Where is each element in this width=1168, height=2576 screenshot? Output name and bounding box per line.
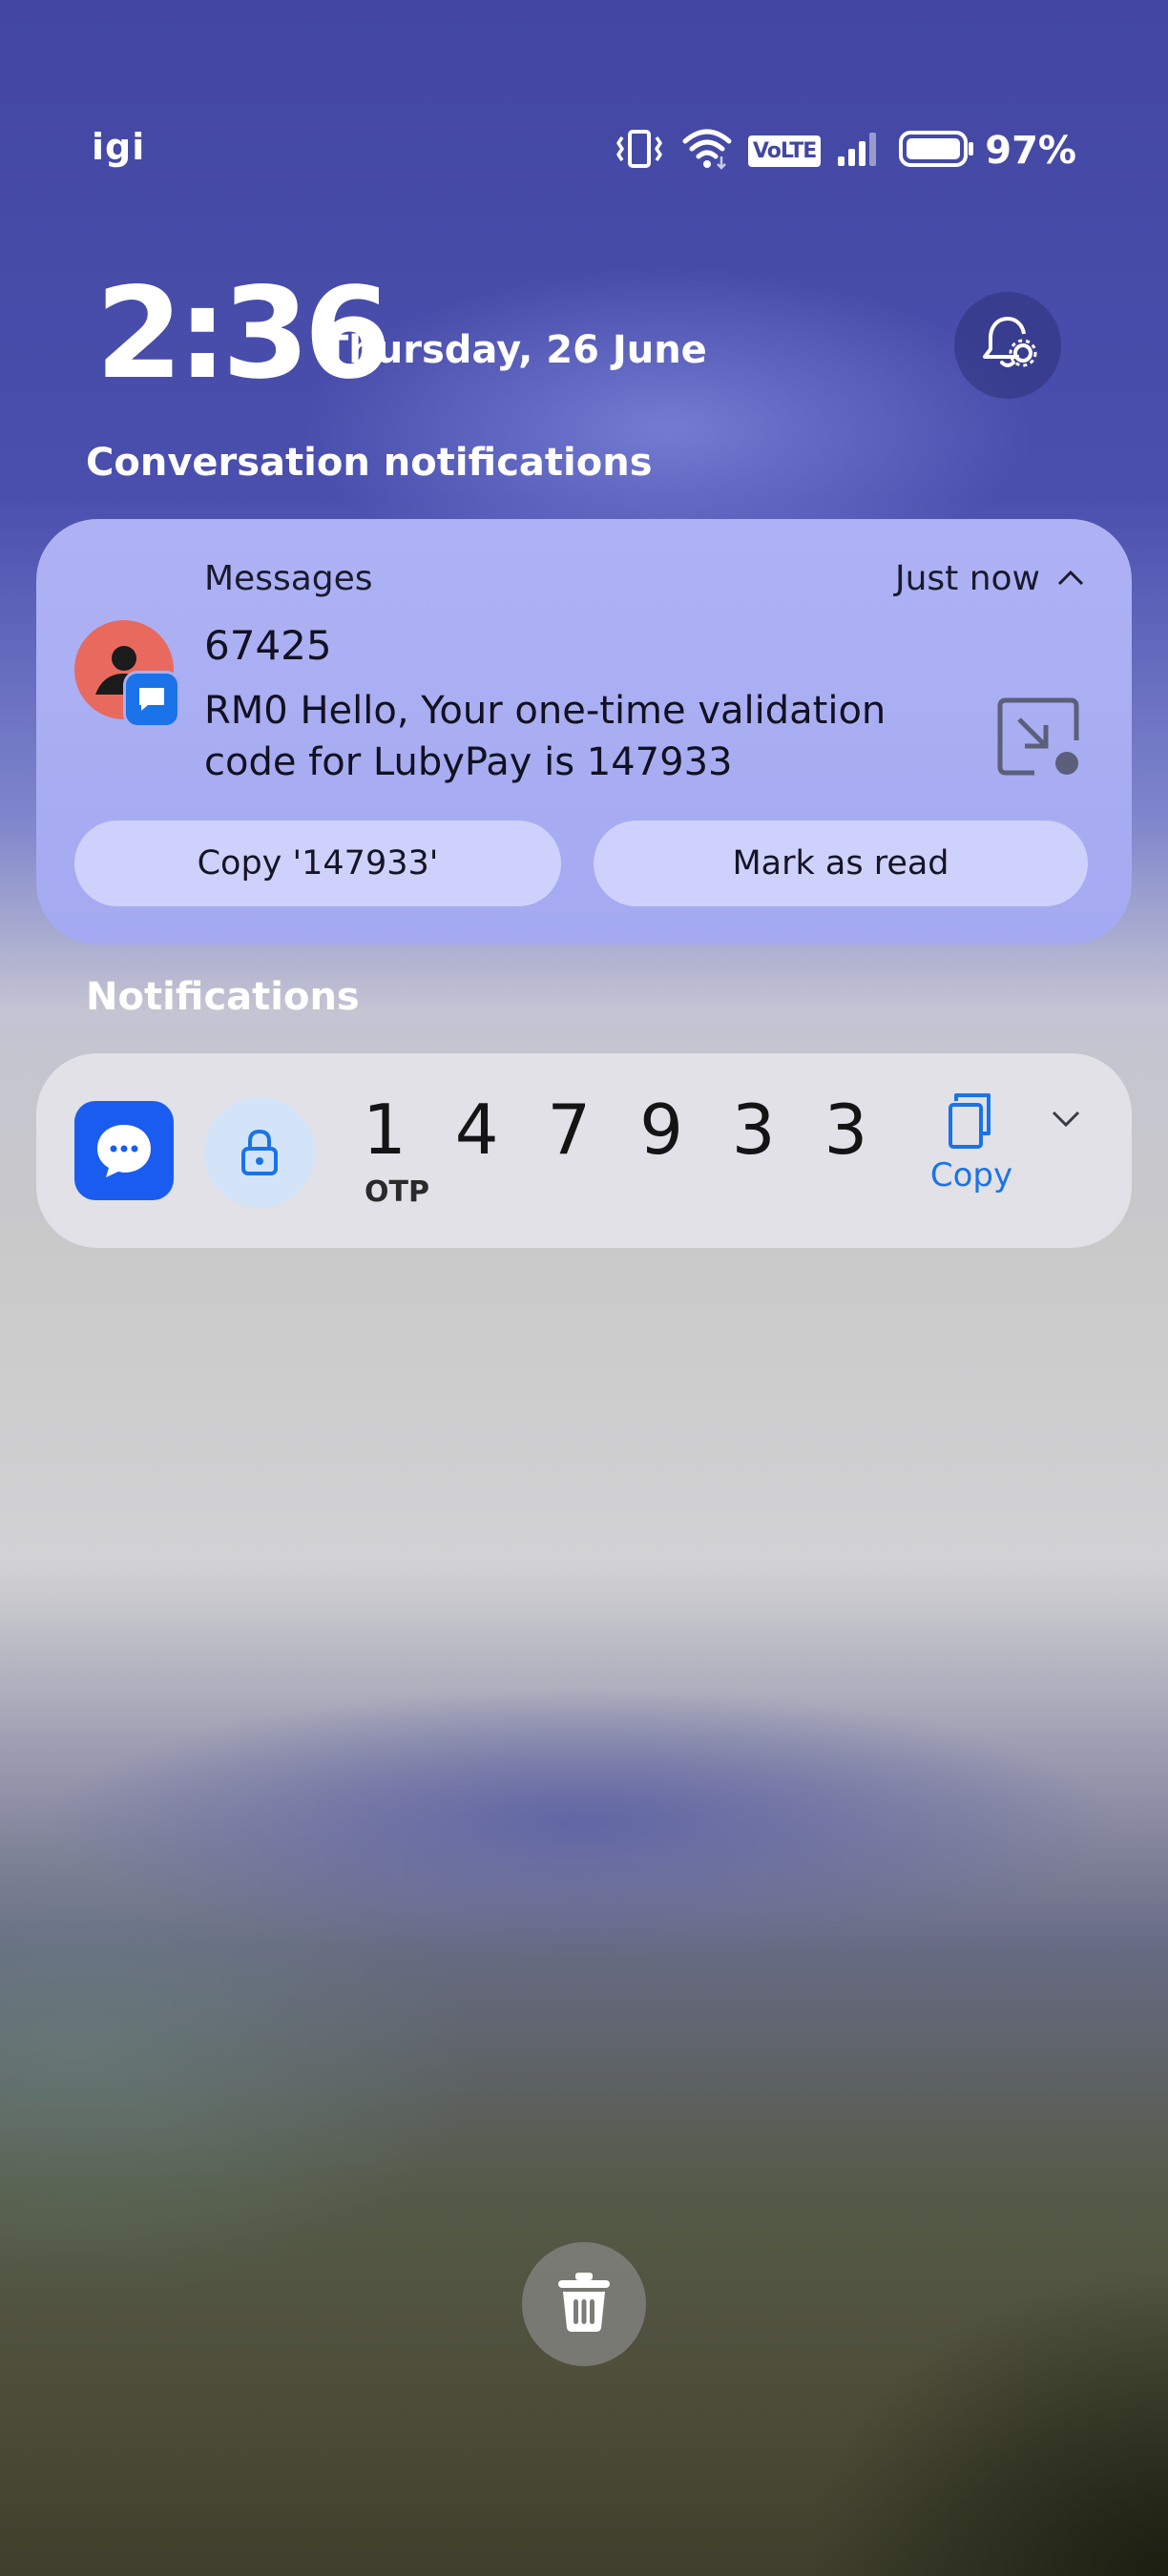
notification-app-name: Messages xyxy=(204,559,373,598)
lock-icon xyxy=(204,1097,315,1208)
copy-icon xyxy=(943,1091,1000,1154)
message-badge-icon xyxy=(126,674,177,725)
otp-notification-card[interactable]: 1 4 7 9 3 3 OTP Copy xyxy=(36,1053,1132,1248)
copy-label: Copy xyxy=(929,1156,1013,1195)
wifi-icon xyxy=(681,128,733,174)
clear-notifications-button[interactable] xyxy=(522,2242,646,2366)
messages-app-icon xyxy=(74,1101,174,1200)
signal-icon xyxy=(836,130,884,172)
vibrate-icon xyxy=(613,128,666,174)
battery-percentage: 97% xyxy=(985,129,1076,173)
notification-settings-button[interactable] xyxy=(954,292,1061,399)
lockscreen-date: Thursday, 26 June xyxy=(323,328,707,372)
message-body: RM0 Hello, Your one-time validation code… xyxy=(204,689,886,784)
chevron-up-icon[interactable] xyxy=(1055,567,1086,592)
otp-code: 1 4 7 9 3 3 xyxy=(363,1090,882,1170)
mark-as-read-button[interactable]: Mark as read xyxy=(594,821,1088,906)
status-bar: igi VoLTE 97% xyxy=(92,122,1076,179)
copy-code-button[interactable]: Copy '147933' xyxy=(74,821,561,906)
volte-icon: VoLTE xyxy=(747,135,822,167)
notifications-section-title: Notifications xyxy=(86,975,360,1019)
message-sender: 67425 xyxy=(204,622,332,669)
carrier-label: igi xyxy=(92,126,146,168)
copy-otp-button[interactable]: Copy xyxy=(914,1091,1029,1206)
trash-icon xyxy=(554,2271,614,2337)
bubble-expand-icon[interactable] xyxy=(996,696,1080,780)
chevron-down-icon[interactable] xyxy=(1050,1109,1082,1133)
conversation-notification-card[interactable]: Messages Just now 67425 RM0 Hello, Your … xyxy=(36,519,1132,945)
otp-label: OTP xyxy=(365,1175,429,1209)
status-icons: VoLTE 97% xyxy=(613,122,1076,179)
battery-icon xyxy=(899,130,975,172)
conversation-section-title: Conversation notifications xyxy=(86,441,653,485)
notification-timestamp: Just now xyxy=(894,559,1040,598)
bell-gear-icon xyxy=(977,313,1038,378)
